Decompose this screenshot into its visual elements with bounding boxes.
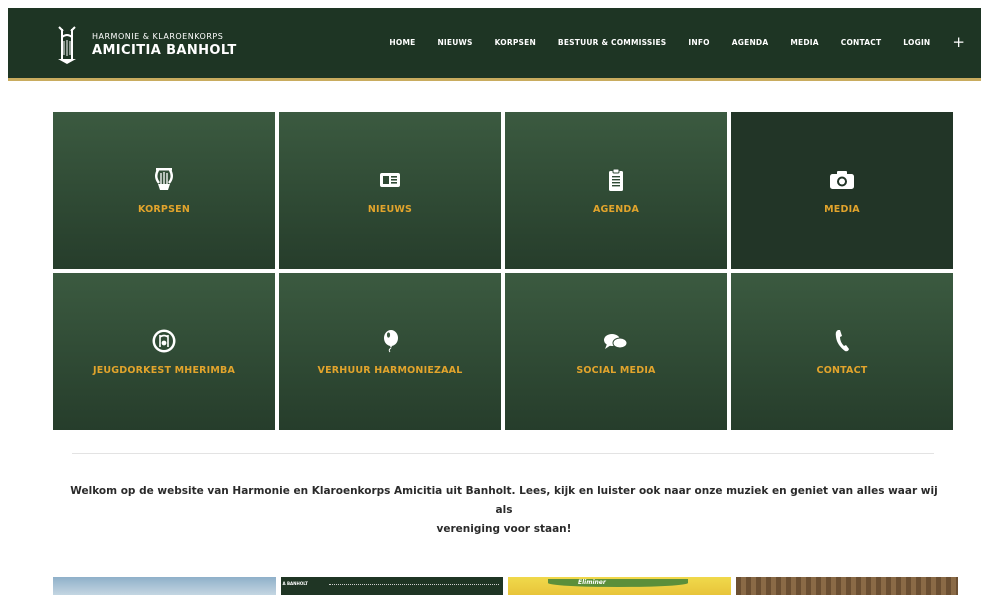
- welcome-line-2: vereniging voor staan!: [436, 523, 572, 535]
- tile-grid: KORPSEN NIEUWS AGENDA MEDIA JEUGDORKEST …: [53, 112, 953, 430]
- balloon-icon: [380, 328, 400, 354]
- nav-item-media[interactable]: MEDIA: [790, 38, 818, 47]
- nav-item-bestuur[interactable]: BESTUUR & COMMISSIES: [558, 38, 666, 47]
- nav-item-agenda[interactable]: AGENDA: [732, 38, 769, 47]
- tile-label: SOCIAL MEDIA: [576, 364, 656, 376]
- camera-icon: [829, 167, 855, 193]
- tile-label: MEDIA: [824, 203, 860, 215]
- tile-verhuur[interactable]: VERHUUR HARMONIEZAAL: [279, 273, 501, 430]
- tile-label: JEUGDORKEST MHERIMBA: [92, 364, 236, 376]
- thumbnail-3-band: [548, 579, 688, 587]
- thumbnail-4[interactable]: [735, 577, 958, 595]
- lyre-icon: [153, 167, 175, 193]
- mherimba-logo-icon: [151, 328, 177, 354]
- thumbnail-3[interactable]: Eliminer: [508, 577, 731, 595]
- chat-bubbles-icon: [602, 328, 630, 354]
- tile-label: VERHUUR HARMONIEZAAL: [317, 364, 463, 376]
- tile-label: AGENDA: [592, 203, 640, 215]
- site-logo[interactable]: HARMONIE & KLAROENKORPS AMICITIA BANHOLT: [56, 22, 237, 68]
- thumbnail-row: A BANHOLT Eliminer: [53, 577, 958, 595]
- site-header: HARMONIE & KLAROENKORPS AMICITIA BANHOLT…: [8, 8, 981, 81]
- newspaper-icon: [379, 167, 401, 193]
- tile-label: KORPSEN: [138, 203, 190, 215]
- section-divider: [72, 453, 934, 454]
- thumbnail-3-text: Eliminer: [578, 579, 606, 586]
- main-nav: HOME NIEUWS KORPSEN BESTUUR & COMMISSIES…: [389, 35, 965, 50]
- tile-nieuws[interactable]: NIEUWS: [279, 112, 501, 269]
- thumbnail-1[interactable]: [53, 577, 276, 595]
- logo-title: AMICITIA BANHOLT: [92, 43, 237, 58]
- logo-subtitle: HARMONIE & KLAROENKORPS: [92, 32, 224, 41]
- nav-item-home[interactable]: HOME: [389, 38, 415, 47]
- welcome-line-1: Welkom op de website van Harmonie en Kla…: [70, 485, 938, 516]
- thumbnail-2[interactable]: A BANHOLT: [280, 577, 503, 595]
- nav-item-info[interactable]: INFO: [688, 38, 709, 47]
- tile-contact[interactable]: CONTACT: [731, 273, 953, 430]
- welcome-text: Welkom op de website van Harmonie en Kla…: [60, 482, 948, 539]
- nav-item-contact[interactable]: CONTACT: [841, 38, 882, 47]
- nav-item-nieuws[interactable]: NIEUWS: [437, 38, 472, 47]
- nav-item-korpsen[interactable]: KORPSEN: [495, 38, 536, 47]
- lyre-logo-icon: [58, 26, 76, 64]
- tile-agenda[interactable]: AGENDA: [505, 112, 727, 269]
- nav-item-login[interactable]: LOGIN: [903, 38, 930, 47]
- tile-label: CONTACT: [816, 364, 868, 376]
- tile-korpsen[interactable]: KORPSEN: [53, 112, 275, 269]
- tile-media[interactable]: MEDIA: [731, 112, 953, 269]
- tile-jeugdorkest[interactable]: JEUGDORKEST MHERIMBA: [53, 273, 275, 430]
- thumbnail-2-text: A BANHOLT: [282, 581, 308, 586]
- plus-icon[interactable]: +: [952, 35, 965, 50]
- phone-icon: [834, 328, 850, 354]
- thumbnail-2-nav: [328, 584, 499, 586]
- tile-label: NIEUWS: [367, 203, 413, 215]
- clipboard-icon: [608, 167, 624, 193]
- tile-social-media[interactable]: SOCIAL MEDIA: [505, 273, 727, 430]
